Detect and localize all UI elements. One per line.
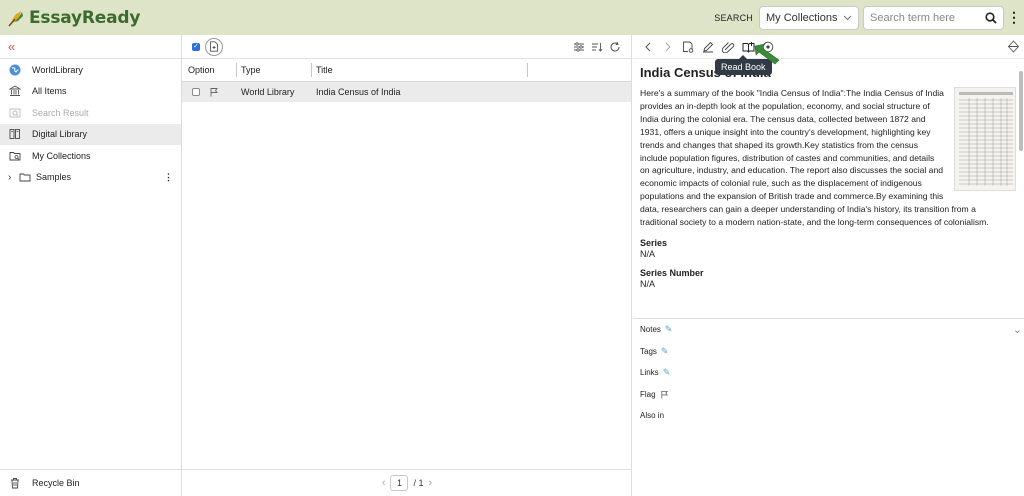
search-result-icon (8, 106, 22, 120)
search-box[interactable] (863, 5, 1004, 30)
search-input[interactable] (870, 11, 980, 24)
meta-also-in: Also in (633, 405, 1024, 427)
sidebar-item-digital-library[interactable]: Digital Library (0, 123, 181, 145)
meta-section: ⌄ Notes ✎ Tags ✎ Links ✎ Flag Also in (633, 318, 1024, 427)
meta-tags[interactable]: Tags ✎ (633, 341, 1024, 363)
list-header: Option Type Title (182, 59, 631, 82)
sidebar-item-label: Samples (36, 172, 72, 183)
column-header-option[interactable]: Option (188, 65, 215, 75)
series-label: Series (640, 237, 668, 248)
sidebar-item-all-items[interactable]: All Items (0, 81, 181, 103)
detail-scrollbar[interactable] (1019, 71, 1023, 151)
expand-chevron-icon[interactable]: › (8, 172, 16, 183)
prev-page-icon[interactable]: ‹ (382, 477, 386, 489)
refresh-icon[interactable] (609, 41, 621, 53)
edit-icon[interactable] (701, 40, 715, 54)
sidebar-item-label: All Items (32, 86, 67, 97)
book-cover-thumbnail[interactable] (954, 87, 1016, 191)
mouse-cursor-icon (754, 43, 780, 65)
sidebar: « WorldLibrary All Items Search Result D… (0, 35, 182, 496)
series-value: N/A (640, 248, 656, 259)
meta-label: Links (640, 368, 659, 378)
filter-icon[interactable] (573, 41, 585, 53)
row-type: World Library (241, 87, 295, 97)
row-checkbox[interactable] (192, 88, 200, 96)
search-label: SEARCH (714, 12, 753, 23)
new-document-button[interactable] (205, 37, 223, 56)
recycle-bin-label: Recycle Bin (32, 478, 80, 488)
meta-label: Also in (640, 411, 665, 421)
collections-icon (8, 149, 22, 163)
collapse-meta-icon[interactable]: ⌄ (1013, 323, 1022, 336)
folder-icon (18, 170, 32, 184)
feather-logo-icon (8, 10, 23, 26)
sidebar-item-worldlibrary[interactable]: WorldLibrary (0, 59, 181, 81)
edit-links-icon[interactable]: ✎ (663, 367, 671, 378)
app-name: EssayReady (29, 7, 141, 28)
book-detail: India Census of India Here's a summary o… (640, 65, 1016, 289)
list-toolbar: ✓ (182, 35, 631, 59)
expand-panel-icon[interactable] (1007, 40, 1020, 55)
column-header-type[interactable]: Type (241, 65, 261, 75)
book-title: India Census of India (640, 65, 771, 80)
cite-icon[interactable] (681, 40, 695, 54)
sidebar-item-samples[interactable]: › Samples ⋮ (0, 167, 181, 189)
chevron-down-icon (843, 15, 852, 20)
forward-icon[interactable] (661, 40, 675, 54)
sidebar-item-label: Search Result (32, 107, 89, 118)
attachment-icon[interactable] (721, 40, 735, 54)
collapse-sidebar-icon[interactable]: « (8, 39, 15, 54)
collection-select-value: My Collections (766, 11, 838, 24)
meta-label: Tags (640, 346, 657, 356)
meta-flag[interactable]: Flag (633, 384, 1024, 406)
books-icon (8, 127, 22, 141)
column-divider[interactable] (236, 63, 237, 77)
more-menu-icon[interactable]: ⋮ (1004, 9, 1024, 26)
book-summary: Here's a summary of the book "India Cens… (640, 88, 989, 228)
page-number-input[interactable]: 1 (390, 475, 409, 491)
detail-toolbar (633, 35, 1024, 59)
sidebar-item-recycle-bin[interactable]: Recycle Bin (0, 469, 182, 496)
next-page-icon[interactable]: › (429, 477, 433, 489)
meta-label: Notes (640, 325, 661, 335)
flag-icon[interactable] (660, 390, 669, 399)
series-number-label: Series Number (640, 267, 704, 278)
detail-panel: Read Book India Census of India Here's a… (633, 35, 1024, 496)
library-icon (8, 84, 22, 98)
edit-notes-icon[interactable]: ✎ (665, 324, 673, 335)
column-header-title[interactable]: Title (316, 65, 333, 75)
new-document-icon (210, 41, 218, 52)
column-divider[interactable] (527, 63, 528, 77)
edit-tags-icon[interactable]: ✎ (661, 346, 669, 357)
meta-links[interactable]: Links ✎ (633, 362, 1024, 384)
row-title: India Census of India (316, 87, 401, 97)
meta-notes[interactable]: Notes ✎ (633, 319, 1024, 341)
sidebar-item-my-collections[interactable]: My Collections (0, 145, 181, 167)
column-divider[interactable] (311, 63, 312, 77)
sidebar-item-search-result[interactable]: Search Result (0, 102, 181, 124)
sidebar-item-label: WorldLibrary (32, 64, 83, 75)
collection-select[interactable]: My Collections (759, 5, 859, 30)
table-row[interactable]: World Library India Census of India (182, 82, 631, 102)
back-icon[interactable] (641, 40, 655, 54)
select-all-checkbox[interactable]: ✓ (192, 42, 200, 51)
item-list-panel: ✓ Option Type Title World Library India … (182, 35, 632, 496)
logo[interactable]: EssayReady (6, 8, 140, 28)
flag-icon[interactable] (209, 87, 219, 97)
sidebar-item-label: My Collections (32, 150, 91, 161)
samples-menu-icon[interactable]: ⋮ (164, 172, 173, 183)
page-total: / 1 (413, 478, 424, 488)
globe-icon (8, 63, 22, 77)
sidebar-item-label: Digital Library (32, 129, 88, 140)
trash-icon (8, 476, 22, 490)
app-header: EssayReady SEARCH My Collections ⋮ (0, 0, 1024, 35)
sidebar-toolbar: « (0, 35, 181, 59)
pagination: ‹ 1 / 1 › (182, 469, 632, 496)
search-icon[interactable] (985, 11, 997, 24)
sort-icon[interactable] (591, 41, 603, 53)
series-number-value: N/A (640, 278, 656, 289)
meta-label: Flag (640, 389, 656, 399)
